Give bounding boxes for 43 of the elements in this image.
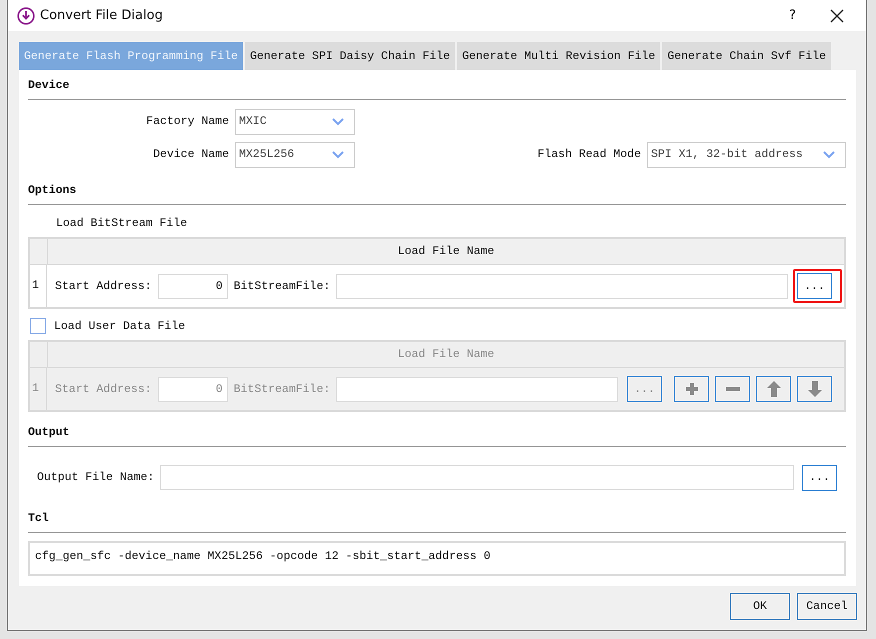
window-title: Convert File Dialog xyxy=(40,8,163,23)
field-label: Output File Name: xyxy=(37,471,154,484)
plus-icon xyxy=(684,382,698,396)
checkbox-label: Load User Data File xyxy=(54,320,186,333)
browse-button[interactable]: ... xyxy=(797,273,832,300)
bitstream-file-field[interactable] xyxy=(336,274,788,299)
group-label: Load BitStream File xyxy=(56,217,188,230)
factory-name-dropdown[interactable]: MXIC xyxy=(235,108,355,135)
dialog-button[interactable]: Cancel xyxy=(797,593,857,620)
field-label: BitStreamFile: xyxy=(234,382,330,396)
download-icon xyxy=(17,6,35,24)
row-number: 1 xyxy=(30,265,47,308)
tab[interactable]: Generate SPI Daisy Chain File xyxy=(244,42,456,70)
field-label: Factory Name xyxy=(145,115,229,128)
section-heading: Device xyxy=(28,78,70,94)
field-label: Start Address: xyxy=(55,382,152,396)
section-heading: Output xyxy=(28,425,70,442)
chevron-down-icon xyxy=(332,150,344,159)
column-header: Load File Name xyxy=(396,244,496,260)
field-label: Start Address: xyxy=(55,280,152,293)
field-label: Flash Read Mode xyxy=(537,148,641,162)
tab[interactable]: Generate Chain Svf File xyxy=(662,42,832,70)
row-number: 1 xyxy=(30,368,47,410)
flash-read-mode-dropdown[interactable]: SPI X1, 32-bit address xyxy=(647,142,846,168)
dialog-button[interactable]: OK xyxy=(730,593,790,620)
close-icon[interactable] xyxy=(830,8,844,22)
arrow-up-icon xyxy=(766,381,780,398)
field-label: BitStreamFile: xyxy=(234,280,330,293)
help-button[interactable]: ? xyxy=(789,8,796,23)
section-heading: Tcl xyxy=(28,510,49,527)
field-label: Device Name xyxy=(152,148,229,162)
device-name-dropdown[interactable]: MX25L256 xyxy=(235,142,355,168)
output-file-field[interactable] xyxy=(160,465,794,490)
tcl-command-box[interactable]: cfg_gen_sfc -device_name MX25L256 -opcode 12 -sbit_start_address 0 xyxy=(28,541,846,576)
minus-icon xyxy=(726,386,740,392)
chevron-down-icon xyxy=(823,150,835,159)
section-heading: Options xyxy=(28,182,76,199)
chevron-down-icon xyxy=(332,118,344,126)
start-address-field[interactable]: 0 xyxy=(158,274,228,299)
column-header: Load File Name xyxy=(396,347,496,364)
browse-button[interactable]: ... xyxy=(802,464,837,491)
arrow-down-icon xyxy=(808,381,822,398)
tab[interactable]: Generate Multi Revision File xyxy=(457,42,660,70)
